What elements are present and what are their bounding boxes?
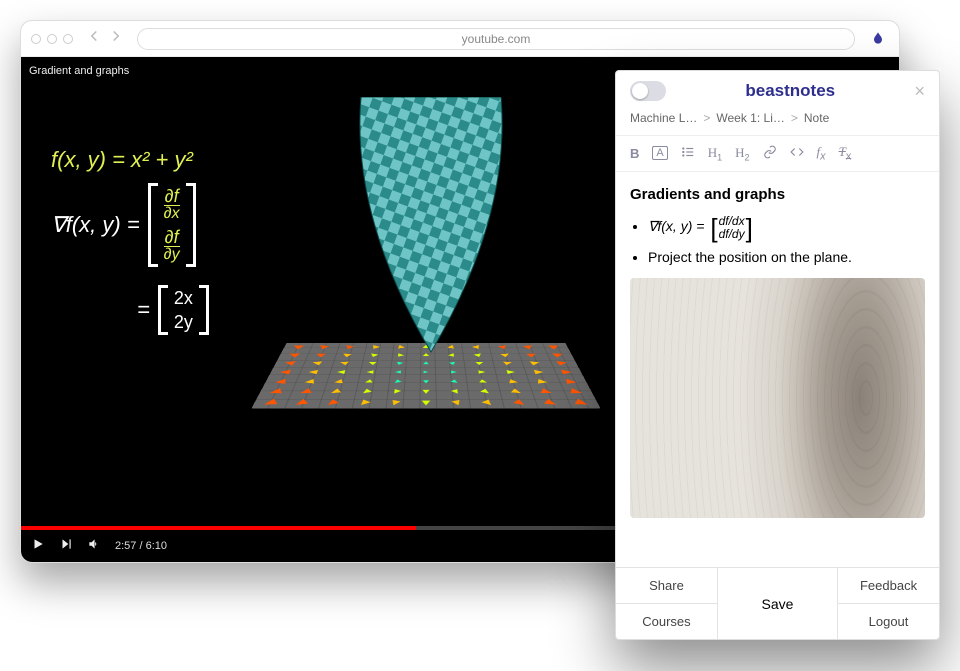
clear-format-button[interactable]: Tx bbox=[839, 144, 852, 163]
h2-button[interactable]: H2 bbox=[735, 145, 749, 163]
bold-button[interactable]: B bbox=[630, 146, 639, 161]
list-button[interactable] bbox=[681, 145, 695, 162]
share-button[interactable]: Share bbox=[616, 568, 717, 603]
forward-button[interactable] bbox=[107, 27, 125, 50]
panel-footer: Share Courses Save Feedback Logout bbox=[616, 567, 939, 639]
video-title: Gradient and graphs bbox=[29, 65, 129, 77]
capture-toggle[interactable] bbox=[630, 81, 666, 101]
note-heading: Gradients and graphs bbox=[630, 186, 925, 203]
logout-button[interactable]: Logout bbox=[838, 603, 939, 639]
beastnotes-panel: beastnotes × Machine L… > Week 1: Li… > … bbox=[615, 70, 940, 640]
crumb-week[interactable]: Week 1: Li… bbox=[716, 111, 784, 125]
browser-chrome: youtube.com bbox=[21, 21, 899, 57]
crumb-course[interactable]: Machine L… bbox=[630, 111, 697, 125]
code-button[interactable] bbox=[790, 145, 804, 162]
feedback-button[interactable]: Feedback bbox=[838, 568, 939, 603]
window-controls[interactable] bbox=[31, 34, 73, 44]
note-body[interactable]: Gradients and graphs ∇f(x, y) = [df/dxdf… bbox=[616, 172, 939, 567]
video-time: 2:57 / 6:10 bbox=[115, 540, 167, 552]
play-button[interactable] bbox=[31, 537, 45, 556]
close-icon[interactable]: × bbox=[914, 82, 925, 100]
video-3d-graphic bbox=[271, 112, 581, 472]
highlight-button[interactable]: A bbox=[652, 146, 667, 160]
editor-toolbar: B A H1 H2 fx Tx bbox=[616, 135, 939, 172]
note-item-text: Project the position on the plane. bbox=[648, 247, 925, 268]
next-button[interactable] bbox=[59, 537, 73, 556]
courses-button[interactable]: Courses bbox=[616, 603, 717, 639]
note-item-formula: ∇f(x, y) = [df/dxdf/dy] bbox=[648, 215, 925, 241]
note-image bbox=[630, 278, 925, 518]
save-button[interactable]: Save bbox=[717, 568, 838, 639]
address-bar[interactable]: youtube.com bbox=[137, 28, 855, 50]
formula-button[interactable]: fx bbox=[817, 144, 826, 163]
back-button[interactable] bbox=[85, 27, 103, 50]
volume-button[interactable] bbox=[87, 537, 101, 556]
breadcrumb: Machine L… > Week 1: Li… > Note bbox=[616, 111, 939, 135]
video-equations: f(x, y) = x² + y² ∇f(x, y) = ∂f∂x ∂f∂y = bbox=[51, 147, 209, 335]
link-button[interactable] bbox=[763, 145, 777, 162]
beastnotes-extension-icon[interactable] bbox=[867, 28, 889, 50]
crumb-note[interactable]: Note bbox=[804, 111, 829, 125]
h1-button[interactable]: H1 bbox=[708, 145, 722, 163]
brand-title: beastnotes bbox=[745, 81, 835, 101]
